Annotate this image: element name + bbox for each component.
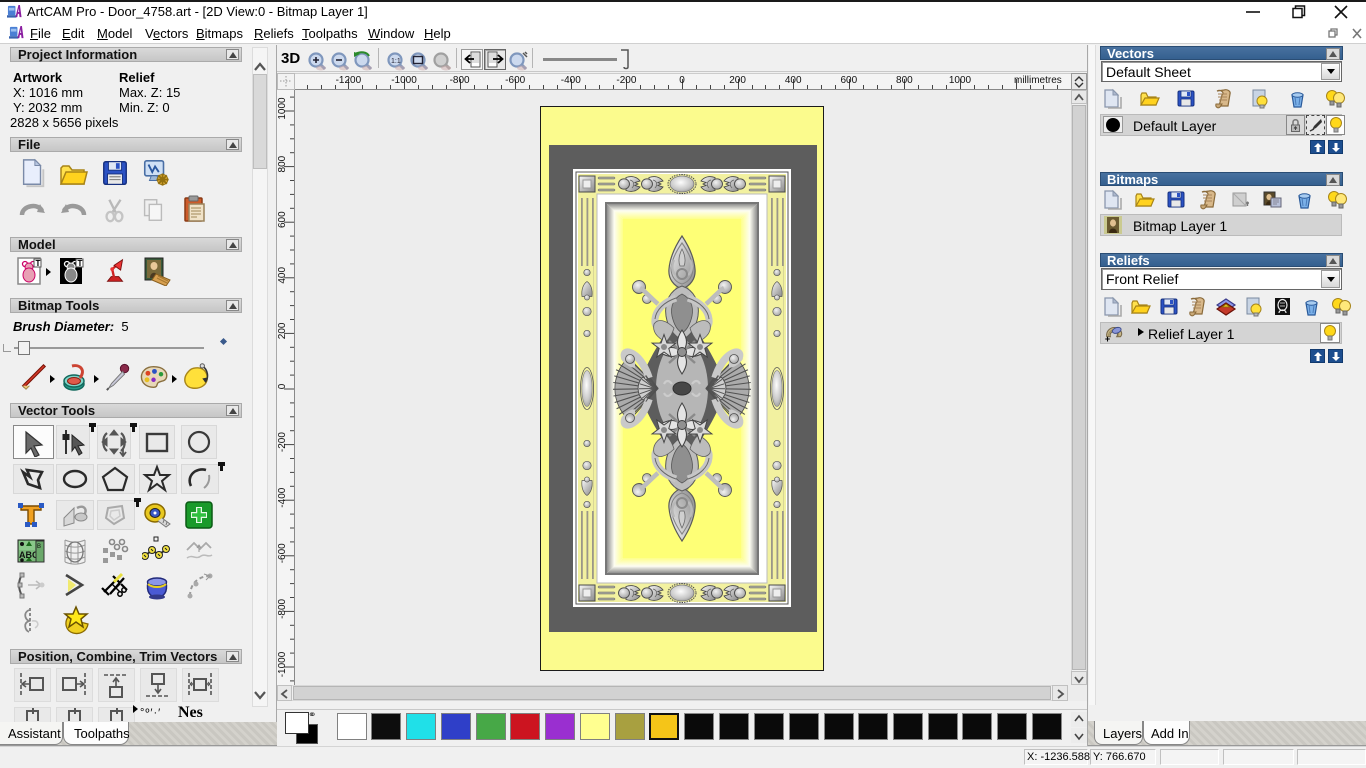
svg-text:-800: -800 — [277, 598, 288, 618]
svg-text:-1000: -1000 — [277, 651, 288, 677]
svg-text:T: T — [36, 259, 41, 268]
svg-text:B: B — [37, 544, 41, 550]
svg-text:1000: 1000 — [277, 97, 288, 120]
svg-text:600: 600 — [277, 211, 288, 228]
svg-text:1:1: 1:1 — [391, 58, 401, 65]
svg-text:200: 200 — [277, 322, 288, 339]
svg-text:-600: -600 — [277, 543, 288, 563]
svg-text:-200: -200 — [277, 432, 288, 452]
svg-text:+: + — [1105, 334, 1110, 344]
svg-text:-400: -400 — [277, 487, 288, 507]
svg-text:0: 0 — [277, 383, 288, 389]
svg-text:T: T — [78, 259, 83, 268]
svg-text:400: 400 — [277, 267, 288, 284]
svg-text:800: 800 — [277, 155, 288, 172]
